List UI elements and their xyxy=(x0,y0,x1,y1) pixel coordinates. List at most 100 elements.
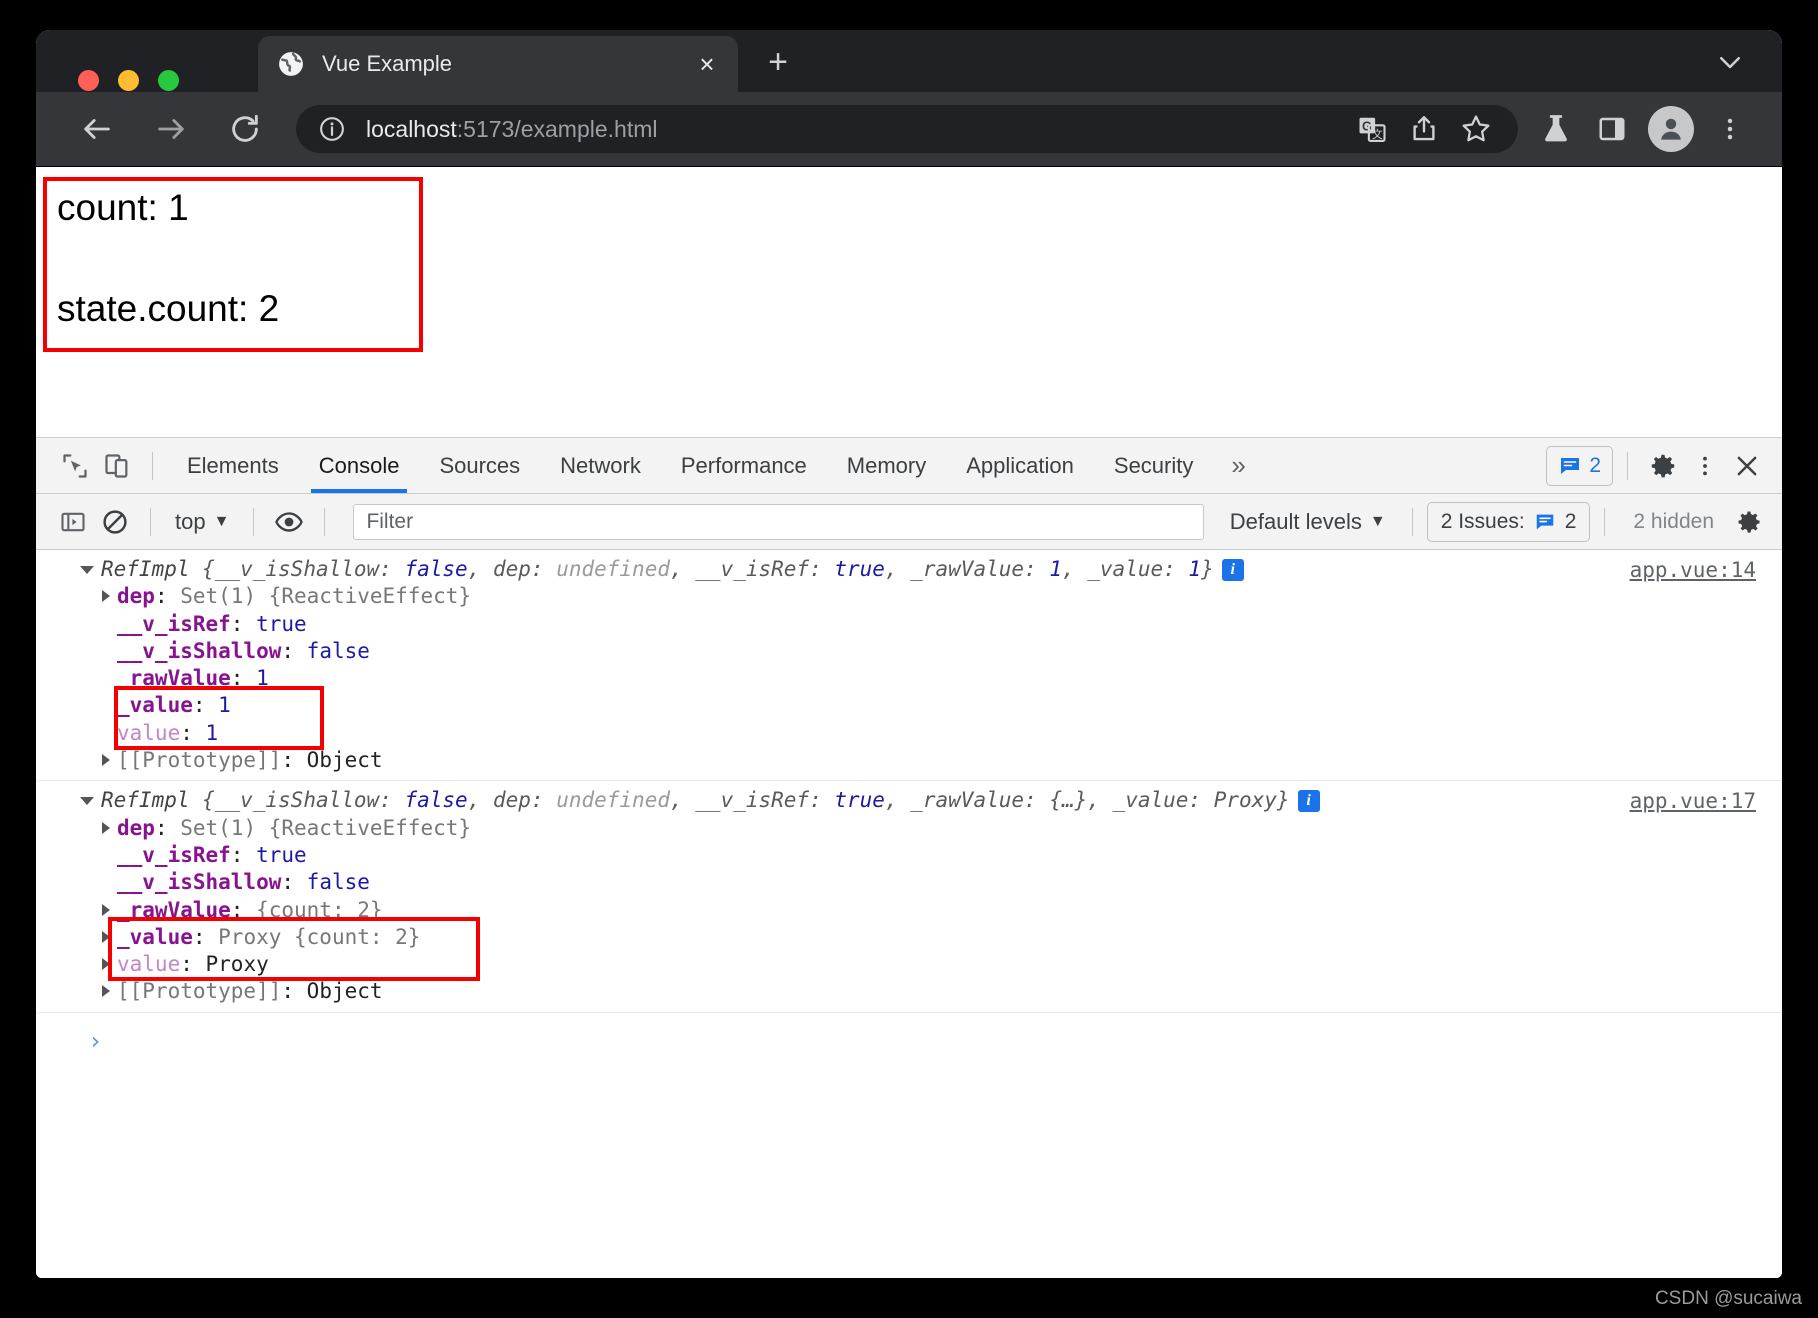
object-property-row[interactable]: _rawValue: {count: 2} xyxy=(36,897,1782,924)
device-toolbar-icon[interactable] xyxy=(96,445,138,487)
forward-button[interactable] xyxy=(148,106,194,152)
issues-badge-count: 2 xyxy=(1589,454,1601,478)
summary-token: { xyxy=(190,557,215,581)
object-class-name: RefImpl xyxy=(101,788,190,812)
issues-badge[interactable]: 2 xyxy=(1546,446,1613,486)
object-property-row[interactable]: [[Prototype]]: Object xyxy=(36,747,1782,774)
issue-message-icon xyxy=(1558,454,1582,478)
expand-triangle-icon[interactable] xyxy=(102,985,110,997)
summary-token: , _value: xyxy=(1087,788,1213,812)
chevron-down-icon: ▼ xyxy=(214,513,230,531)
property-name: [[Prototype]] xyxy=(117,748,281,772)
close-devtools-icon[interactable] xyxy=(1726,445,1768,487)
inspect-element-icon[interactable] xyxy=(54,445,96,487)
tab-console[interactable]: Console xyxy=(299,438,420,493)
object-property-row[interactable]: __v_isRef: true xyxy=(36,611,1782,638)
tab-elements[interactable]: Elements xyxy=(167,438,299,493)
summary-token: 1 xyxy=(1188,557,1201,581)
object-property-row[interactable]: _rawValue: 1 xyxy=(36,665,1782,692)
more-tabs-icon[interactable]: » xyxy=(1213,450,1263,481)
issues-summary-button[interactable]: 2 Issues: 2 xyxy=(1427,502,1591,542)
summary-token: , dep: xyxy=(468,557,557,581)
object-property-row[interactable]: value: 1 xyxy=(36,720,1782,747)
translate-icon[interactable]: G 文 xyxy=(1346,106,1398,152)
filterbar-divider-3 xyxy=(324,508,325,536)
expand-triangle-icon[interactable] xyxy=(80,797,94,805)
info-badge-icon[interactable]: i xyxy=(1298,790,1320,812)
summary-token: __v_isShallow: xyxy=(215,788,405,812)
tab-security[interactable]: Security xyxy=(1094,438,1213,493)
live-expression-eye-icon[interactable] xyxy=(268,501,310,543)
site-info-icon[interactable] xyxy=(318,115,346,143)
object-property-row[interactable]: __v_isRef: true xyxy=(36,842,1782,869)
expand-triangle-icon[interactable] xyxy=(102,904,110,916)
console-filter-bar: top ▼ Default levels ▼ xyxy=(36,494,1782,550)
log-levels-select[interactable]: Default levels ▼ xyxy=(1218,509,1398,535)
console-prompt[interactable]: › xyxy=(36,1013,1782,1055)
devtools-tab-bar: Elements Console Sources Network Perform… xyxy=(36,438,1782,494)
summary-token: true xyxy=(834,557,885,581)
back-button[interactable] xyxy=(74,106,120,152)
object-property-row[interactable]: [[Prototype]]: Object xyxy=(36,978,1782,1005)
devtools-menu-icon[interactable] xyxy=(1684,445,1726,487)
experiments-flask-icon[interactable] xyxy=(1528,106,1584,152)
reload-button[interactable] xyxy=(222,106,268,152)
tab-network[interactable]: Network xyxy=(540,438,661,493)
summary-token: __v_isShallow: xyxy=(215,557,405,581)
expand-triangle-icon[interactable] xyxy=(80,566,94,574)
log-entry-summary[interactable]: RefImpl {__v_isShallow: false, dep: unde… xyxy=(36,787,1782,814)
summary-token: false xyxy=(404,557,467,581)
page-count-line: count: 1 xyxy=(57,187,419,230)
property-colon: : xyxy=(281,870,306,894)
tab-sources[interactable]: Sources xyxy=(419,438,540,493)
console-log-entry[interactable]: RefImpl {__v_isShallow: false, dep: unde… xyxy=(36,550,1782,781)
console-log-entry[interactable]: RefImpl {__v_isShallow: false, dep: unde… xyxy=(36,781,1782,1012)
browser-menu-icon[interactable] xyxy=(1702,106,1758,152)
tab-memory[interactable]: Memory xyxy=(827,438,946,493)
close-icon[interactable]: × xyxy=(692,49,722,79)
profile-avatar-icon[interactable] xyxy=(1648,106,1694,152)
object-property-row[interactable]: dep: Set(1) {ReactiveEffect} xyxy=(36,583,1782,610)
property-name: __v_isRef xyxy=(117,612,231,636)
bookmark-star-icon[interactable] xyxy=(1450,106,1502,152)
address-bar[interactable]: localhost:5173/example.html G 文 xyxy=(296,105,1518,153)
issue-message-icon xyxy=(1534,511,1556,533)
browser-tab[interactable]: Vue Example × xyxy=(258,36,738,92)
minimize-window-button[interactable] xyxy=(118,70,139,91)
property-value: false xyxy=(307,870,370,894)
chevron-down-icon[interactable] xyxy=(1712,44,1748,80)
log-entry-summary[interactable]: RefImpl {__v_isShallow: false, dep: unde… xyxy=(36,556,1782,583)
property-colon: : xyxy=(193,693,218,717)
console-settings-gear-icon[interactable] xyxy=(1728,501,1770,543)
expand-triangle-icon[interactable] xyxy=(102,822,110,834)
side-panel-icon[interactable] xyxy=(1584,106,1640,152)
expand-triangle-icon[interactable] xyxy=(102,590,110,602)
info-badge-icon[interactable]: i xyxy=(1222,559,1244,581)
expand-triangle-icon[interactable] xyxy=(102,931,110,943)
settings-gear-icon[interactable] xyxy=(1642,445,1684,487)
clear-console-icon[interactable] xyxy=(94,501,136,543)
execution-context-select[interactable]: top ▼ xyxy=(165,509,239,535)
object-property-row[interactable]: __v_isShallow: false xyxy=(36,638,1782,665)
object-property-row[interactable]: dep: Set(1) {ReactiveEffect} xyxy=(36,815,1782,842)
new-tab-button[interactable]: + xyxy=(758,42,798,82)
object-property-row[interactable]: _value: 1 xyxy=(36,692,1782,719)
object-property-row[interactable]: __v_isShallow: false xyxy=(36,869,1782,896)
maximize-window-button[interactable] xyxy=(158,70,179,91)
expand-triangle-icon[interactable] xyxy=(102,958,110,970)
console-sidebar-icon[interactable] xyxy=(52,501,94,543)
close-window-button[interactable] xyxy=(78,70,99,91)
share-icon[interactable] xyxy=(1398,106,1450,152)
summary-token: undefined xyxy=(556,557,670,581)
property-value: 1 xyxy=(206,721,219,745)
tab-performance[interactable]: Performance xyxy=(661,438,827,493)
object-property-row[interactable]: _value: Proxy {count: 2} xyxy=(36,924,1782,951)
console-message-list[interactable]: RefImpl {__v_isShallow: false, dep: unde… xyxy=(36,550,1782,1278)
console-filter-input[interactable] xyxy=(353,504,1203,540)
source-location-link[interactable]: app.vue:14 xyxy=(1630,558,1756,582)
source-location-link[interactable]: app.vue:17 xyxy=(1630,789,1756,813)
tab-application[interactable]: Application xyxy=(946,438,1094,493)
expand-triangle-icon[interactable] xyxy=(102,754,110,766)
execution-context-value: top xyxy=(175,509,206,535)
object-property-row[interactable]: value: Proxy xyxy=(36,951,1782,978)
